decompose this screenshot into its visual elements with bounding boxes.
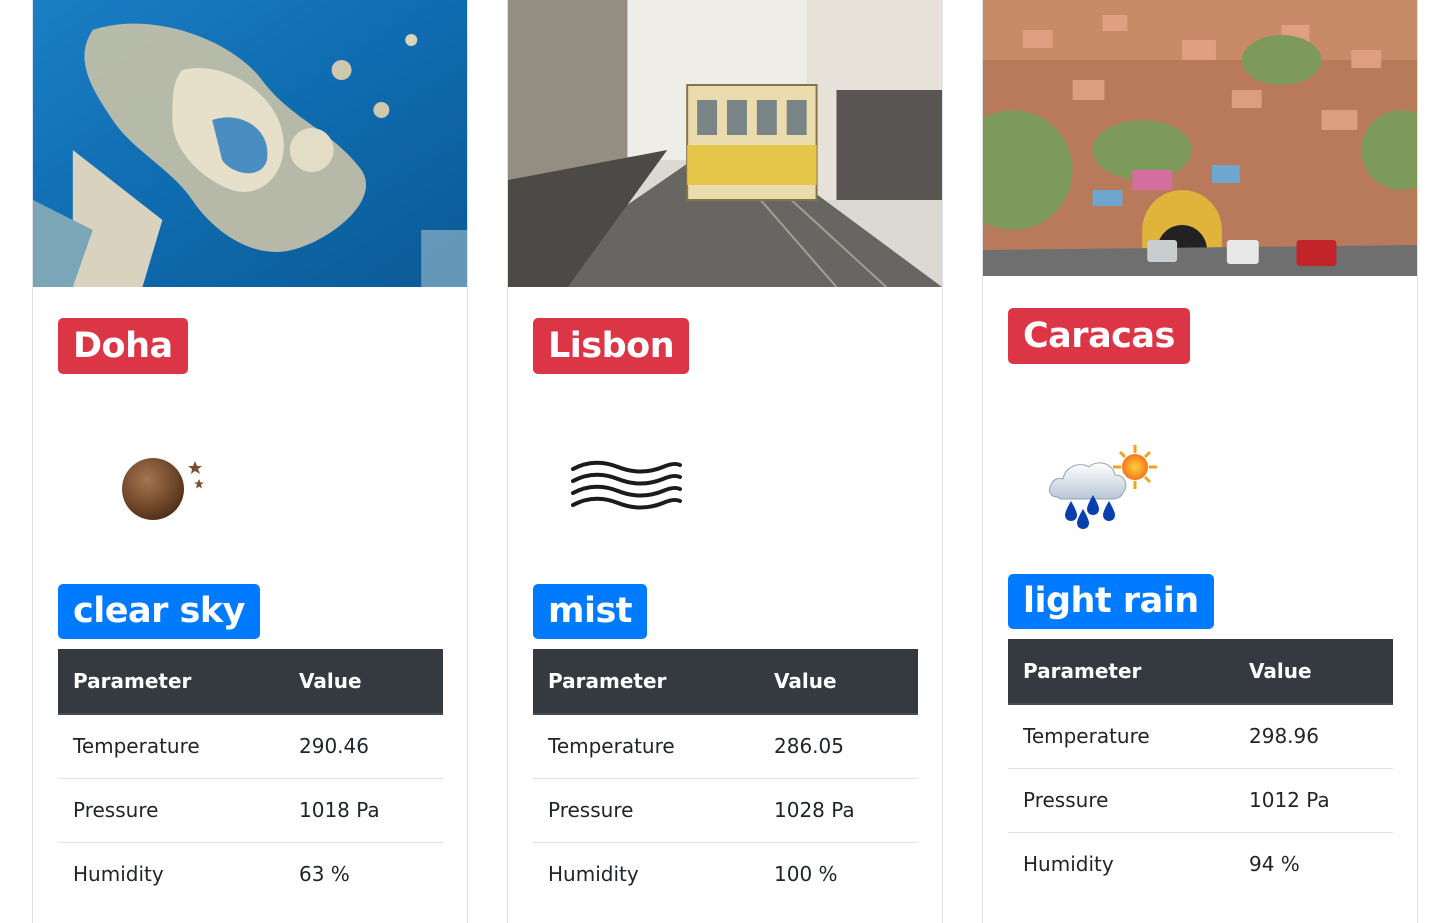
table-header-parameter: Parameter bbox=[533, 649, 759, 715]
weather-table: Parameter Value Temperature 286.05 Press… bbox=[533, 649, 918, 906]
row-label: Pressure bbox=[533, 778, 759, 843]
table-header-parameter: Parameter bbox=[1008, 639, 1234, 705]
table-row: Temperature 286.05 bbox=[533, 714, 918, 779]
table-header-value: Value bbox=[759, 649, 918, 715]
table-row: Humidity 63 % bbox=[58, 842, 443, 906]
city-card-caracas: Caracas light rain Parameter Value Tempe… bbox=[982, 0, 1418, 923]
table-row: Humidity 100 % bbox=[533, 842, 918, 906]
table-header-value: Value bbox=[284, 649, 443, 715]
row-value: 286.05 bbox=[759, 714, 918, 779]
city-card-lisbon: Lisbon mist Parameter Value Temperature … bbox=[507, 0, 943, 923]
weather-table: Parameter Value Temperature 298.96 Press… bbox=[1008, 639, 1393, 896]
light-rain-icon bbox=[1048, 445, 1157, 529]
row-value: 298.96 bbox=[1234, 704, 1393, 769]
table-row: Humidity 94 % bbox=[1008, 832, 1393, 896]
weather-icon-box bbox=[58, 374, 442, 584]
table-header-parameter: Parameter bbox=[58, 649, 284, 715]
weather-icon-box bbox=[533, 374, 917, 584]
city-name-badge: Doha bbox=[58, 318, 188, 374]
city-name-badge: Caracas bbox=[1008, 308, 1190, 364]
clear-night-icon bbox=[122, 458, 204, 520]
weather-icon-box bbox=[1008, 364, 1392, 574]
row-label: Humidity bbox=[73, 862, 164, 887]
weather-description-badge: clear sky bbox=[58, 584, 260, 639]
row-label: Humidity bbox=[548, 862, 639, 887]
card-body: Caracas light rain Parameter Value Tempe… bbox=[1008, 308, 1393, 896]
city-photo-doha bbox=[33, 0, 467, 287]
table-row: Temperature 298.96 bbox=[1008, 704, 1393, 769]
row-value: 1012 Pa bbox=[1234, 768, 1393, 833]
card-body: Doha clear sky Parameter Value Temperatu… bbox=[58, 318, 443, 906]
row-label: Temperature bbox=[58, 714, 284, 779]
table-row: Pressure 1012 Pa bbox=[1008, 768, 1393, 833]
row-label: Pressure bbox=[58, 778, 284, 843]
table-header-value: Value bbox=[1234, 639, 1393, 705]
weather-description-badge: light rain bbox=[1008, 574, 1214, 629]
row-value: 290.46 bbox=[284, 714, 443, 779]
city-card-doha: Doha clear sky Parameter Value Temperatu… bbox=[32, 0, 468, 923]
row-value: 1028 Pa bbox=[759, 778, 918, 843]
row-label: Temperature bbox=[1008, 704, 1234, 769]
row-value: 100 % bbox=[774, 862, 838, 887]
weather-description-badge: mist bbox=[533, 584, 648, 639]
city-photo-caracas bbox=[983, 0, 1417, 276]
row-label: Temperature bbox=[533, 714, 759, 779]
row-label: Humidity bbox=[1023, 852, 1114, 877]
city-name-badge: Lisbon bbox=[533, 318, 690, 374]
table-row: Pressure 1018 Pa bbox=[58, 778, 443, 843]
table-row: Pressure 1028 Pa bbox=[533, 778, 918, 843]
row-value: 94 % bbox=[1249, 852, 1300, 877]
weather-table: Parameter Value Temperature 290.46 Press… bbox=[58, 649, 443, 906]
card-body: Lisbon mist Parameter Value Temperature … bbox=[533, 318, 918, 906]
mist-icon bbox=[571, 460, 682, 510]
row-label: Pressure bbox=[1008, 768, 1234, 833]
row-value: 1018 Pa bbox=[284, 778, 443, 843]
city-photo-lisbon bbox=[508, 0, 942, 287]
table-row: Temperature 290.46 bbox=[58, 714, 443, 779]
row-value: 63 % bbox=[299, 862, 350, 887]
